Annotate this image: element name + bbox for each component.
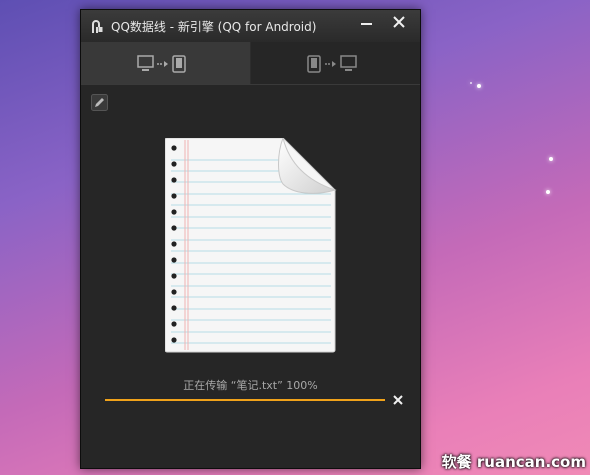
- desktop-star: [549, 157, 553, 161]
- edit-icon[interactable]: [91, 94, 108, 111]
- text-file-icon: [165, 138, 337, 353]
- site-watermark: 软餐 ruancan.com: [441, 453, 586, 471]
- close-icon: [393, 16, 405, 28]
- phone-to-pc-icon: [307, 55, 357, 73]
- transfer-direction-tabs: [81, 42, 420, 85]
- pc-to-phone-icon: [137, 55, 186, 73]
- desktop-star: [546, 190, 550, 194]
- transfer-progress-bar: [105, 399, 385, 401]
- close-icon: [393, 395, 403, 405]
- title-bar[interactable]: QQ数据线 - 新引擎 (QQ for Android): [81, 10, 420, 42]
- transfer-progress-fill: [105, 399, 385, 401]
- desktop-star: [470, 82, 472, 84]
- usb-cable-icon: [89, 18, 105, 38]
- tab-pc-to-phone[interactable]: [81, 42, 250, 84]
- cancel-transfer-button[interactable]: [391, 392, 405, 406]
- desktop-star: [477, 84, 481, 88]
- tab-phone-to-pc[interactable]: [251, 42, 420, 84]
- close-button[interactable]: [383, 12, 415, 32]
- transfer-status-text: 正在传输 “笔记.txt” 100%: [183, 379, 318, 392]
- qq-data-line-window: QQ数据线 - 新引擎 (QQ for Android) 正在传输 “笔记.tx…: [80, 9, 421, 469]
- window-title: QQ数据线 - 新引擎 (QQ for Android): [111, 20, 317, 34]
- minimize-button[interactable]: [350, 12, 382, 32]
